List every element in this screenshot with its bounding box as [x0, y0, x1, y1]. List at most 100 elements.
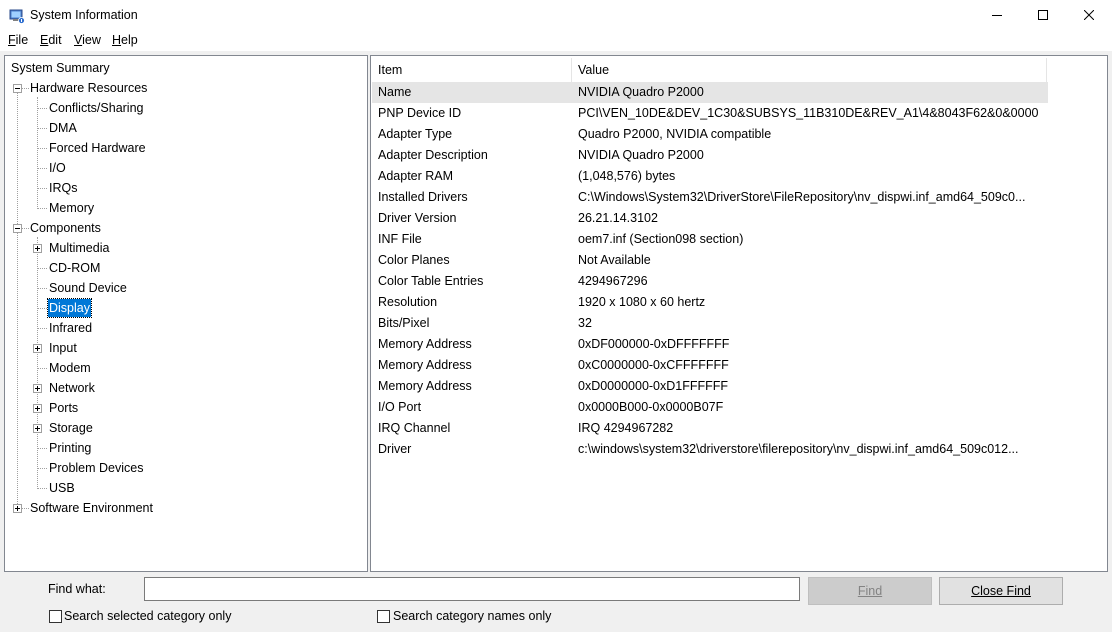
table-row[interactable]: Memory Address 0xC0000000-0xCFFFFFFF [372, 355, 1048, 376]
cell-item: I/O Port [378, 400, 422, 414]
tree-item-cd-rom[interactable]: CD-ROM [48, 259, 101, 277]
tree-item-multimedia[interactable]: Multimedia [48, 239, 110, 257]
search-selected-category-label[interactable]: Search selected category only [64, 609, 231, 623]
cell-item: Color Table Entries [378, 274, 484, 288]
tree-line [37, 237, 38, 489]
table-row[interactable]: IRQ Channel IRQ 4294967282 [372, 418, 1048, 439]
column-header-item[interactable]: Item [372, 58, 572, 82]
tree-item-io[interactable]: I/O [48, 159, 67, 177]
column-header-value[interactable]: Value [572, 58, 1047, 82]
tree-item-printing[interactable]: Printing [48, 439, 92, 457]
cell-value: PCI\VEN_10DE&DEV_1C30&SUBSYS_11B310DE&RE… [578, 106, 1039, 120]
expand-icon[interactable] [33, 424, 42, 433]
table-row[interactable]: Installed Drivers C:\Windows\System32\Dri… [372, 187, 1048, 208]
find-what-input[interactable] [144, 577, 800, 601]
table-row[interactable]: Memory Address 0xD0000000-0xD1FFFFFF [372, 376, 1048, 397]
tree-item-problem-devices[interactable]: Problem Devices [48, 459, 144, 477]
tree-item-storage[interactable]: Storage [48, 419, 94, 437]
tree-line [37, 308, 47, 309]
tree-line [37, 268, 47, 269]
table-row[interactable]: Adapter Type Quadro P2000, NVIDIA compati… [372, 124, 1048, 145]
tree-item-display[interactable]: Display [47, 298, 92, 318]
category-tree[interactable]: System Summary Hardware Resources Confli… [4, 55, 368, 572]
table-row[interactable]: Adapter RAM (1,048,576) bytes [372, 166, 1048, 187]
close-button[interactable] [1066, 0, 1112, 31]
cell-item: Adapter RAM [378, 169, 454, 183]
cell-value: Not Available [578, 253, 651, 267]
cell-value: NVIDIA Quadro P2000 [578, 85, 704, 99]
expand-icon[interactable] [33, 404, 42, 413]
collapse-icon[interactable] [13, 224, 22, 233]
title-bar: System Information [0, 0, 1112, 31]
table-row[interactable]: Memory Address 0xDF000000-0xDFFFFFFF [372, 334, 1048, 355]
table-row[interactable]: Resolution 1920 x 1080 x 60 hertz [372, 292, 1048, 313]
tree-line [37, 108, 47, 109]
cell-item: INF File [378, 232, 422, 246]
tree-item-usb[interactable]: USB [48, 479, 76, 497]
menu-file-rest: ile [15, 33, 29, 47]
table-row[interactable]: Driver c:\windows\system32\driverstore\fi… [372, 439, 1048, 460]
search-category-names-label[interactable]: Search category names only [393, 609, 551, 623]
table-row[interactable]: Driver Version 26.21.14.3102 [372, 208, 1048, 229]
expand-icon[interactable] [33, 244, 42, 253]
tree-line [37, 328, 47, 329]
tree-line [17, 88, 18, 508]
expand-icon[interactable] [13, 504, 22, 513]
cell-item: Installed Drivers [378, 190, 468, 204]
tree-item-conflicts-sharing[interactable]: Conflicts/Sharing [48, 99, 145, 117]
cell-value: 26.21.14.3102 [578, 211, 658, 225]
table-row[interactable]: Name NVIDIA Quadro P2000 [372, 82, 1048, 103]
tree-item-network[interactable]: Network [48, 379, 96, 397]
cell-value: NVIDIA Quadro P2000 [578, 148, 704, 162]
menu-help[interactable]: Help [112, 33, 138, 47]
minimize-icon [992, 15, 1002, 16]
tree-line [37, 97, 38, 209]
cell-value: c:\windows\system32\driverstore\filerepo… [578, 442, 1019, 456]
tree-item-memory[interactable]: Memory [48, 199, 95, 217]
table-row[interactable]: INF File oem7.inf (Section098 section) [372, 229, 1048, 250]
table-row[interactable]: PNP Device ID PCI\VEN_10DE&DEV_1C30&SUBSY… [372, 103, 1048, 124]
menu-view[interactable]: View [74, 33, 101, 47]
maximize-button[interactable] [1020, 0, 1066, 31]
tree-item-irqs[interactable]: IRQs [48, 179, 78, 197]
cell-item: Driver Version [378, 211, 457, 225]
close-find-button[interactable]: Close Find [939, 577, 1063, 605]
tree-line [37, 448, 47, 449]
tree-item-components[interactable]: Components [29, 219, 102, 237]
minimize-button[interactable] [974, 0, 1020, 31]
tree-item-hardware-resources[interactable]: Hardware Resources [29, 79, 148, 97]
tree-item-software-environment[interactable]: Software Environment [29, 499, 154, 517]
tree-item-infrared[interactable]: Infrared [48, 319, 93, 337]
cell-item: PNP Device ID [378, 106, 462, 120]
search-category-names-checkbox[interactable] [377, 610, 390, 623]
table-row[interactable]: Adapter Description NVIDIA Quadro P2000 [372, 145, 1048, 166]
expand-icon[interactable] [33, 384, 42, 393]
table-row[interactable]: Color Planes Not Available [372, 250, 1048, 271]
table-row[interactable]: Color Table Entries 4294967296 [372, 271, 1048, 292]
menu-file-accel: F [8, 33, 16, 47]
tree-line [37, 168, 47, 169]
find-button[interactable]: Find [808, 577, 932, 605]
collapse-icon[interactable] [13, 84, 22, 93]
cell-value: 0xC0000000-0xCFFFFFFF [578, 358, 729, 372]
menu-edit[interactable]: Edit [40, 33, 62, 47]
expand-icon[interactable] [33, 344, 42, 353]
menu-help-accel: H [112, 33, 122, 47]
menu-view-rest: iew [82, 33, 101, 47]
find-what-label: Find what: [48, 582, 106, 596]
find-button-label: Find [857, 584, 883, 598]
tree-item-modem[interactable]: Modem [48, 359, 92, 377]
menu-file[interactable]: File [8, 33, 28, 47]
tree-item-dma[interactable]: DMA [48, 119, 78, 137]
table-row[interactable]: I/O Port 0x0000B000-0x0000B07F [372, 397, 1048, 418]
table-row[interactable]: Bits/Pixel 32 [372, 313, 1048, 334]
cell-item: Adapter Type [378, 127, 453, 141]
details-list[interactable]: Item Value Name NVIDIA Quadro P2000 PNP D… [370, 55, 1108, 572]
tree-item-system-summary[interactable]: System Summary [10, 59, 111, 77]
tree-item-forced-hardware[interactable]: Forced Hardware [48, 139, 147, 157]
tree-item-input[interactable]: Input [48, 339, 78, 357]
system-information-icon [9, 8, 25, 24]
search-selected-category-checkbox[interactable] [49, 610, 62, 623]
tree-item-ports[interactable]: Ports [48, 399, 79, 417]
tree-item-sound-device[interactable]: Sound Device [48, 279, 128, 297]
